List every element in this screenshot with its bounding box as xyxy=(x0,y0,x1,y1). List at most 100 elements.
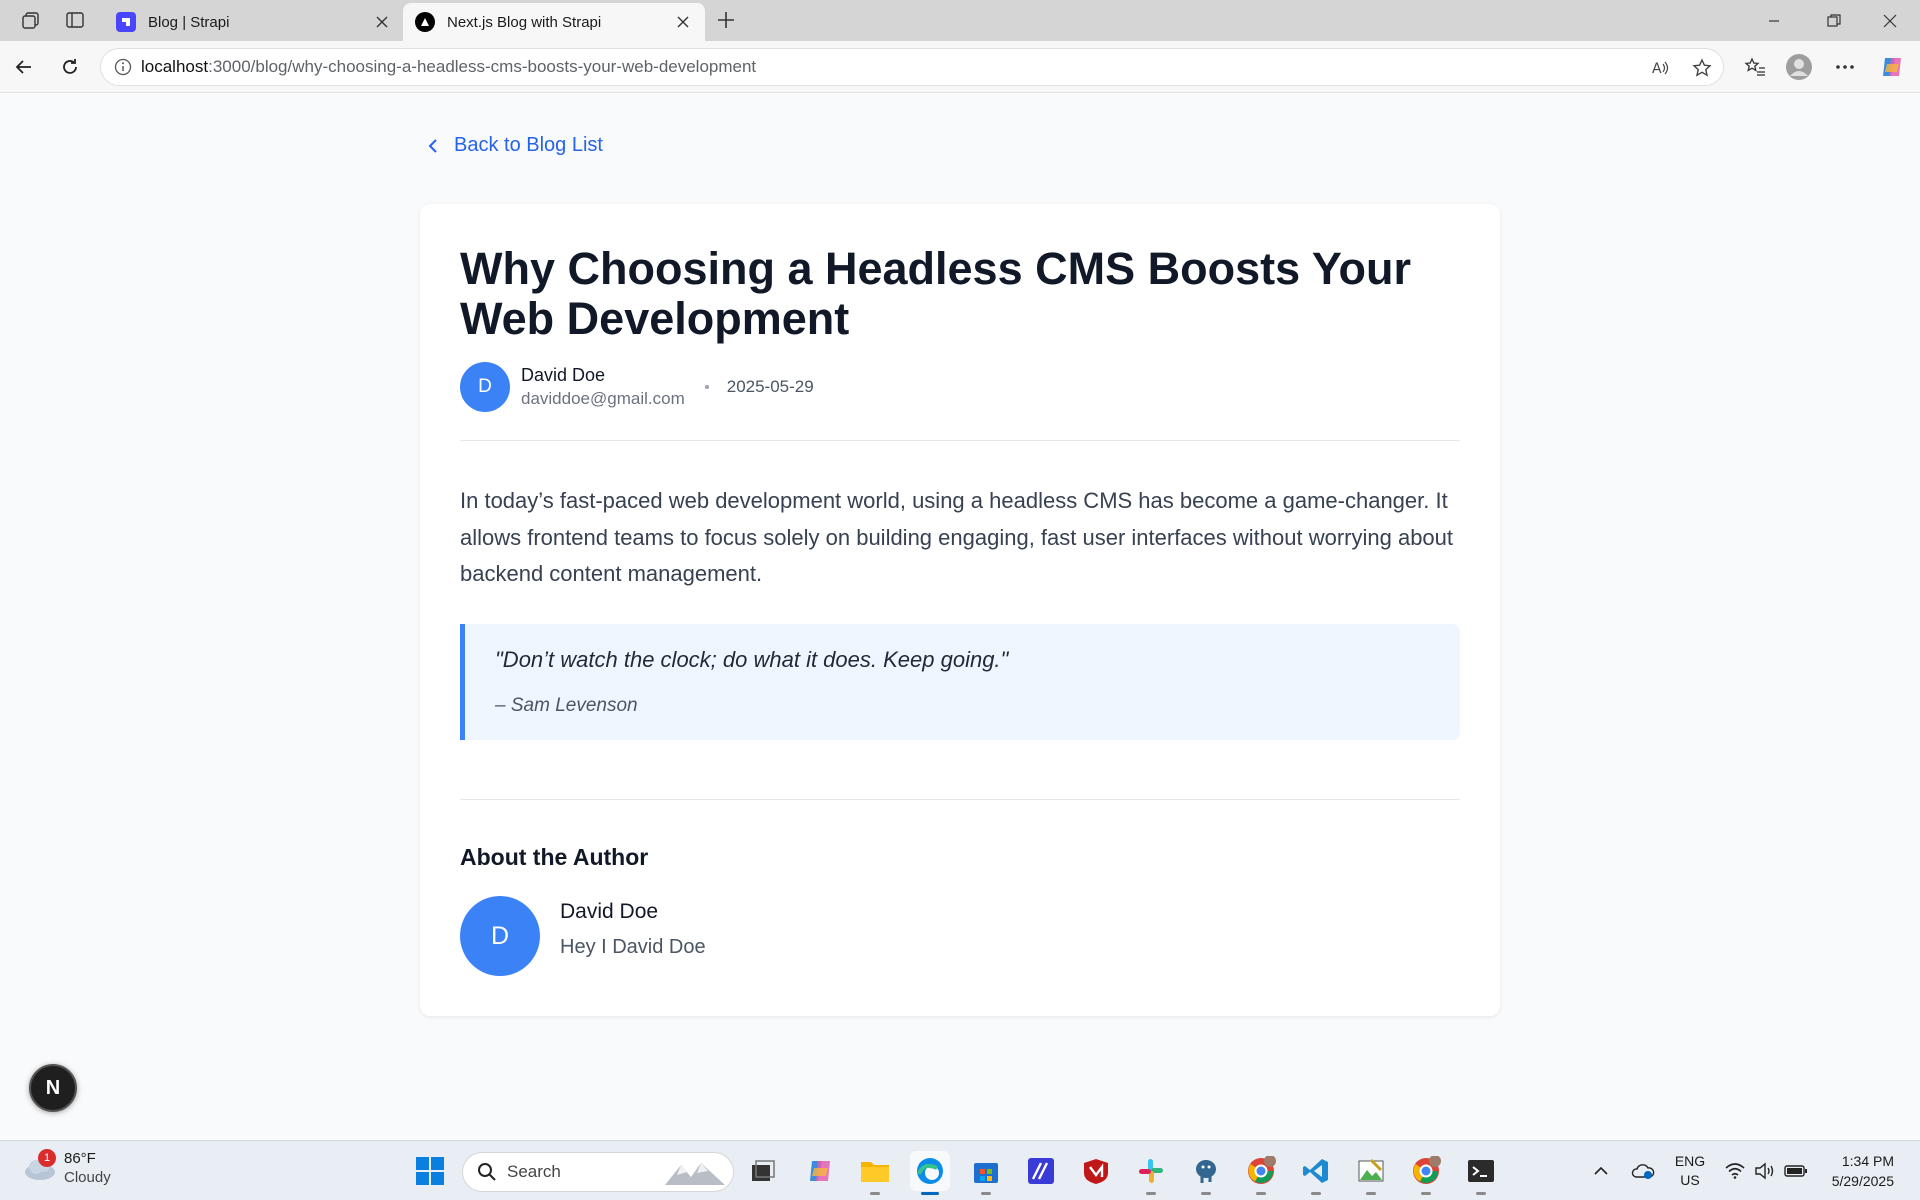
browser-toolbar: localhost:3000/blog/why-choosing-a-headl… xyxy=(0,41,1920,93)
back-link-label: Back to Blog List xyxy=(454,134,603,156)
taskbar-search[interactable]: Search xyxy=(462,1152,734,1192)
show-hidden-icons-chevron-icon[interactable] xyxy=(1588,1141,1614,1200)
site-info-icon[interactable] xyxy=(105,49,141,85)
post-date: 2025-05-29 xyxy=(726,377,814,396)
strapi-favicon-icon xyxy=(116,12,136,32)
about-author-name: David Doe xyxy=(560,900,659,923)
author-email: daviddoe@gmail.com xyxy=(521,389,685,408)
browser-tab-bar: Blog | Strapi Next.js Blog with Strapi xyxy=(0,0,1920,41)
running-indicator xyxy=(1311,1192,1321,1195)
close-tab-icon[interactable] xyxy=(673,12,693,32)
running-indicator xyxy=(981,1192,991,1195)
image-editor-icon[interactable] xyxy=(1351,1151,1391,1195)
divider xyxy=(460,799,1460,800)
favorite-star-icon[interactable] xyxy=(1685,51,1719,85)
post-title: Why Choosing a Headless CMS Boosts Your … xyxy=(460,243,1411,344)
weather-alert-badge: 1 xyxy=(38,1149,56,1167)
url-text: localhost:3000/blog/why-choosing-a-headl… xyxy=(141,57,756,77)
author-name: David Doe xyxy=(521,365,606,385)
clock-time: 1:34 PM xyxy=(1841,1153,1894,1169)
url-path: :3000/blog/why-choosing-a-headless-cms-b… xyxy=(208,57,757,76)
favorites-list-icon[interactable] xyxy=(1738,50,1772,84)
close-tab-icon[interactable] xyxy=(372,12,392,32)
address-bar[interactable]: localhost:3000/blog/why-choosing-a-headl… xyxy=(100,48,1724,86)
slack-icon[interactable] xyxy=(1131,1151,1171,1195)
windows-taskbar: 1 86°F Cloudy Search ENG US 1:34 PM 5/29… xyxy=(0,1140,1920,1200)
vertical-tabs-icon[interactable] xyxy=(60,6,90,34)
nextjs-dev-tools-button[interactable]: N xyxy=(29,1064,77,1112)
code-editor-icon[interactable] xyxy=(1021,1151,1061,1191)
battery-icon[interactable] xyxy=(1782,1141,1810,1200)
region-code: US xyxy=(1680,1172,1700,1188)
chrome-second-profile-icon[interactable] xyxy=(1406,1151,1446,1195)
onedrive-icon[interactable] xyxy=(1628,1141,1658,1200)
tab-nextjs-blog[interactable]: Next.js Blog with Strapi xyxy=(403,3,705,41)
language-code: ENG xyxy=(1674,1153,1706,1169)
weather-widget[interactable]: 1 86°F Cloudy xyxy=(22,1149,111,1187)
search-label: Search xyxy=(507,1162,561,1181)
meta-separator-dot xyxy=(704,385,709,389)
author-avatar: D xyxy=(460,362,510,412)
about-author-bio: Hey I David Doe xyxy=(560,936,706,958)
running-indicator xyxy=(1421,1192,1431,1195)
url-host: localhost xyxy=(141,57,209,76)
running-indicator xyxy=(1366,1192,1376,1195)
page-viewport: Back to Blog List Why Choosing a Headles… xyxy=(4,94,1916,1136)
microsoft-store-icon[interactable] xyxy=(966,1151,1006,1195)
quote-text: "Don’t watch the clock; do what it does.… xyxy=(495,647,1009,672)
running-indicator xyxy=(1201,1192,1211,1195)
divider xyxy=(460,440,1460,441)
about-author-avatar: D xyxy=(460,896,540,976)
back-arrow-icon[interactable] xyxy=(7,50,41,84)
restore-button[interactable] xyxy=(1806,0,1862,41)
article-card: Why Choosing a Headless CMS Boosts Your … xyxy=(420,204,1500,1016)
running-indicator xyxy=(921,1192,939,1195)
blockquote: "Don’t watch the clock; do what it does.… xyxy=(460,624,1460,740)
task-view-icon[interactable] xyxy=(743,1151,783,1191)
svg-text:A: A xyxy=(1652,61,1662,77)
terminal-icon[interactable] xyxy=(1461,1151,1501,1195)
read-aloud-icon[interactable]: A xyxy=(1643,51,1677,85)
postgresql-icon[interactable] xyxy=(1186,1151,1226,1195)
quote-author: – Sam Levenson xyxy=(495,695,638,716)
refresh-icon[interactable] xyxy=(53,50,87,84)
running-indicator xyxy=(1476,1192,1486,1195)
profile-avatar-icon[interactable] xyxy=(1782,50,1816,84)
back-to-blog-list-link[interactable]: Back to Blog List xyxy=(422,134,603,157)
system-clock[interactable]: 1:34 PM 5/29/2025 xyxy=(1832,1151,1894,1191)
cloud-icon: 1 xyxy=(22,1149,58,1183)
search-highlight-icon xyxy=(663,1157,727,1187)
author-info: David Doe daviddoe@gmail.com xyxy=(521,363,685,411)
running-indicator xyxy=(1256,1192,1266,1195)
clock-date: 5/29/2025 xyxy=(1831,1173,1894,1189)
wifi-icon[interactable] xyxy=(1722,1141,1748,1200)
nextjs-favicon-icon xyxy=(415,12,435,32)
running-indicator xyxy=(870,1192,880,1195)
copilot-app-icon[interactable] xyxy=(800,1151,840,1191)
post-body: In today’s fast-paced web development wo… xyxy=(460,488,1454,586)
mcafee-icon[interactable] xyxy=(1076,1151,1116,1191)
edge-browser-icon[interactable] xyxy=(910,1151,950,1195)
weather-temp: 86°F xyxy=(64,1150,96,1167)
about-author-heading: About the Author xyxy=(460,844,649,870)
file-explorer-icon[interactable] xyxy=(855,1151,895,1195)
vscode-icon[interactable] xyxy=(1296,1151,1336,1195)
weather-condition: Cloudy xyxy=(64,1169,111,1186)
language-indicator[interactable]: ENG US xyxy=(1670,1141,1710,1200)
chrome-profile-icon[interactable] xyxy=(1241,1151,1281,1195)
more-options-icon[interactable] xyxy=(1828,50,1862,84)
start-menu-icon[interactable] xyxy=(410,1151,450,1191)
search-icon xyxy=(477,1162,497,1182)
post-meta: D David Doe daviddoe@gmail.com 2025-05-2… xyxy=(460,361,814,413)
new-tab-button[interactable] xyxy=(710,6,742,34)
chevron-left-icon xyxy=(422,135,444,157)
volume-icon[interactable] xyxy=(1752,1141,1778,1200)
running-indicator xyxy=(1146,1192,1156,1195)
close-window-button[interactable] xyxy=(1862,0,1918,41)
tab-blog-strapi[interactable]: Blog | Strapi xyxy=(104,3,404,41)
weather-text: 86°F Cloudy xyxy=(64,1149,111,1187)
tab-title: Next.js Blog with Strapi xyxy=(447,13,602,31)
minimize-button[interactable] xyxy=(1746,0,1802,41)
workspaces-icon[interactable] xyxy=(16,6,46,34)
copilot-icon[interactable] xyxy=(1875,50,1909,84)
